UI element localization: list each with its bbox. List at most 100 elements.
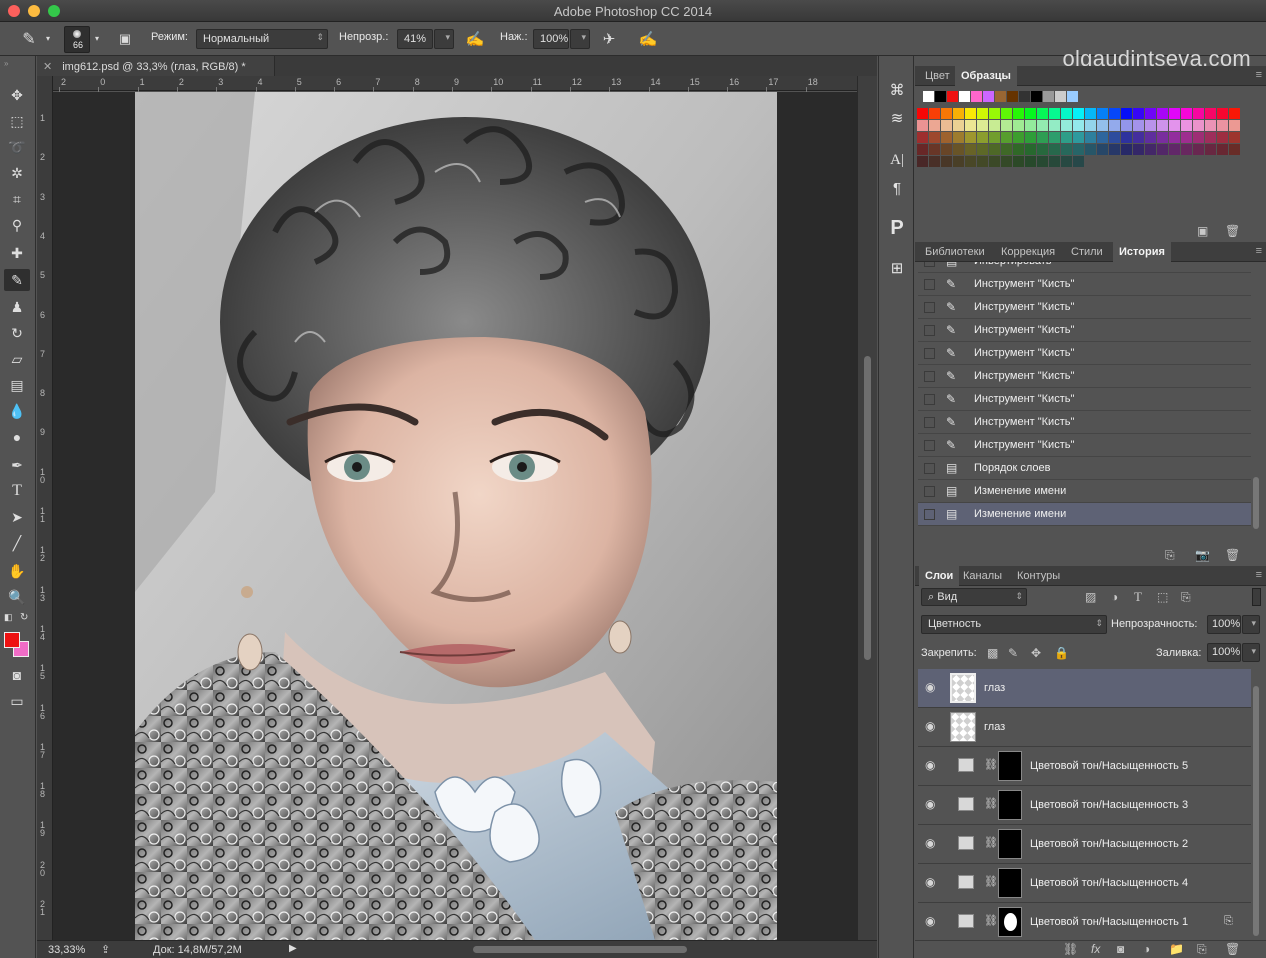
color-swatch[interactable] <box>977 156 988 167</box>
foreground-color-swatch[interactable] <box>4 632 20 648</box>
color-swatch[interactable] <box>941 132 952 143</box>
color-swatch[interactable] <box>965 144 976 155</box>
color-swatch[interactable] <box>1121 132 1132 143</box>
color-swatch[interactable] <box>1085 144 1096 155</box>
color-swatch[interactable] <box>1097 108 1108 119</box>
brush-settings-icon[interactable]: ≋ <box>883 106 911 130</box>
tab-adjustments[interactable]: Коррекция <box>995 242 1061 262</box>
tab-color[interactable]: Цвет <box>919 66 956 86</box>
color-swatch[interactable] <box>1133 144 1144 155</box>
paragraph-panel-icon[interactable]: ¶ <box>883 176 911 200</box>
pressure-size-icon[interactable]: ✍ <box>637 28 659 50</box>
color-swatch[interactable] <box>917 144 928 155</box>
color-swatch[interactable] <box>965 132 976 143</box>
filter-pixel-icon[interactable]: ▨ <box>1085 590 1096 604</box>
color-swatch[interactable] <box>1049 132 1060 143</box>
history-state[interactable]: ✎ Инструмент "Кисть" <box>918 388 1251 411</box>
color-swatch[interactable] <box>1133 132 1144 143</box>
history-brush-source-checkbox[interactable] <box>924 463 935 474</box>
color-swatch[interactable] <box>1037 156 1048 167</box>
brush-preset-picker[interactable]: 66 <box>64 26 90 53</box>
trash-icon[interactable]: 🗑 <box>1225 224 1240 238</box>
eye-icon[interactable]: ◉ <box>925 875 939 889</box>
layer-row[interactable]: ◉ ⛓ Цветовой тон/Насыщенность 4 <box>918 864 1251 903</box>
mode-select[interactable]: Нормальный ⇕ <box>196 29 328 49</box>
type-tool-icon[interactable]: T <box>4 480 30 502</box>
link-icon[interactable]: ⛓ <box>984 914 998 927</box>
vertical-scroll-thumb[interactable] <box>864 356 871 660</box>
portrait-photo[interactable] <box>135 92 777 940</box>
color-swatch[interactable] <box>1157 120 1168 131</box>
color-swatch[interactable] <box>1169 108 1180 119</box>
color-swatch[interactable] <box>1121 120 1132 131</box>
history-brush-source-checkbox[interactable] <box>924 394 935 405</box>
color-swatch[interactable] <box>1181 108 1192 119</box>
color-swatch[interactable] <box>1145 144 1156 155</box>
filter-adjustment-icon[interactable]: ◑ <box>1111 590 1118 604</box>
history-state[interactable]: ▤ Порядок слоев <box>918 457 1251 480</box>
color-swatch[interactable] <box>1205 108 1216 119</box>
color-swatch[interactable] <box>1109 132 1120 143</box>
brush-panel-toggle-icon[interactable]: ▣ <box>114 29 136 49</box>
lock-image-pixels-icon[interactable]: ✎ <box>1008 646 1018 660</box>
color-swatch[interactable] <box>1001 156 1012 167</box>
history-brush-source-checkbox[interactable] <box>924 486 935 497</box>
color-swatch[interactable] <box>995 91 1006 102</box>
status-menu-arrow-icon[interactable]: ▶ <box>289 943 297 954</box>
color-swatch[interactable] <box>1169 144 1180 155</box>
layer-opacity-slider-button[interactable]: ▾ <box>1242 615 1260 634</box>
marquee-tool-icon[interactable]: ⬚ <box>4 110 30 132</box>
color-swatch[interactable] <box>929 144 940 155</box>
close-tab-icon[interactable]: ✕ <box>43 61 52 73</box>
color-swatch[interactable] <box>1181 132 1192 143</box>
filter-smart-object-icon[interactable]: ⎘ <box>1181 590 1191 605</box>
color-swatch[interactable] <box>1037 132 1048 143</box>
eraser-tool-icon[interactable]: ▱ <box>4 348 30 370</box>
brush-presets-icon[interactable]: ⌘ <box>883 78 911 102</box>
color-swatch[interactable] <box>1145 108 1156 119</box>
color-swatch[interactable] <box>935 91 946 102</box>
color-swatch[interactable] <box>1193 132 1204 143</box>
color-swatch[interactable] <box>1085 108 1096 119</box>
layer-mask-thumbnail[interactable] <box>998 907 1022 937</box>
blend-mode-select[interactable]: Цветность ⇕ <box>921 615 1107 634</box>
color-swatch[interactable] <box>941 144 952 155</box>
history-state[interactable]: ▤ Инвертировать <box>918 262 1251 273</box>
color-swatch[interactable] <box>1037 108 1048 119</box>
color-swatch[interactable] <box>1013 132 1024 143</box>
color-swatch[interactable] <box>1181 144 1192 155</box>
color-swatch[interactable] <box>929 156 940 167</box>
layer-row[interactable]: ◉ ⛓ Цветовой тон/Насыщенность 2 <box>918 825 1251 864</box>
color-swatch[interactable] <box>1061 108 1072 119</box>
quick-mask-icon[interactable]: ◙ <box>4 664 30 686</box>
layer-name[interactable]: Цветовой тон/Насыщенность 1 <box>1030 916 1188 928</box>
color-swatch[interactable] <box>1097 144 1108 155</box>
color-swatch[interactable] <box>1073 108 1084 119</box>
color-swatch[interactable] <box>917 132 928 143</box>
path-selection-tool-icon[interactable]: ➤ <box>4 506 30 528</box>
layer-thumbnail[interactable] <box>950 673 976 703</box>
healing-brush-tool-icon[interactable]: ✚ <box>4 242 30 264</box>
panel-menu-icon[interactable]: ≡ <box>1256 245 1262 257</box>
hue-saturation-adjustment-icon[interactable] <box>958 836 974 850</box>
color-swatch[interactable] <box>917 120 928 131</box>
tab-paths[interactable]: Контуры <box>1011 566 1066 586</box>
color-swatch[interactable] <box>1205 120 1216 131</box>
tab-history[interactable]: История <box>1113 242 1171 262</box>
dodge-tool-icon[interactable]: ● <box>4 426 30 448</box>
layer-name[interactable]: Цветовой тон/Насыщенность 3 <box>1030 799 1188 811</box>
history-brush-source-checkbox[interactable] <box>924 509 935 520</box>
color-swatch[interactable] <box>1205 132 1216 143</box>
color-swatch[interactable] <box>1229 120 1240 131</box>
color-swatch[interactable] <box>1025 108 1036 119</box>
layer-thumbnail[interactable] <box>950 712 976 742</box>
link-layers-icon[interactable]: ⛓ <box>1063 942 1078 956</box>
new-adjustment-layer-icon[interactable]: ◑ <box>1143 942 1150 956</box>
color-swatch[interactable] <box>1193 120 1204 131</box>
layer-mask-thumbnail[interactable] <box>998 790 1022 820</box>
eye-icon[interactable]: ◉ <box>925 758 939 772</box>
eye-icon[interactable]: ◉ <box>925 719 939 733</box>
zoom-tool-icon[interactable]: 🔍 <box>4 586 30 608</box>
history-scroll-thumb[interactable] <box>1253 477 1259 529</box>
history-brush-source-checkbox[interactable] <box>924 325 935 336</box>
